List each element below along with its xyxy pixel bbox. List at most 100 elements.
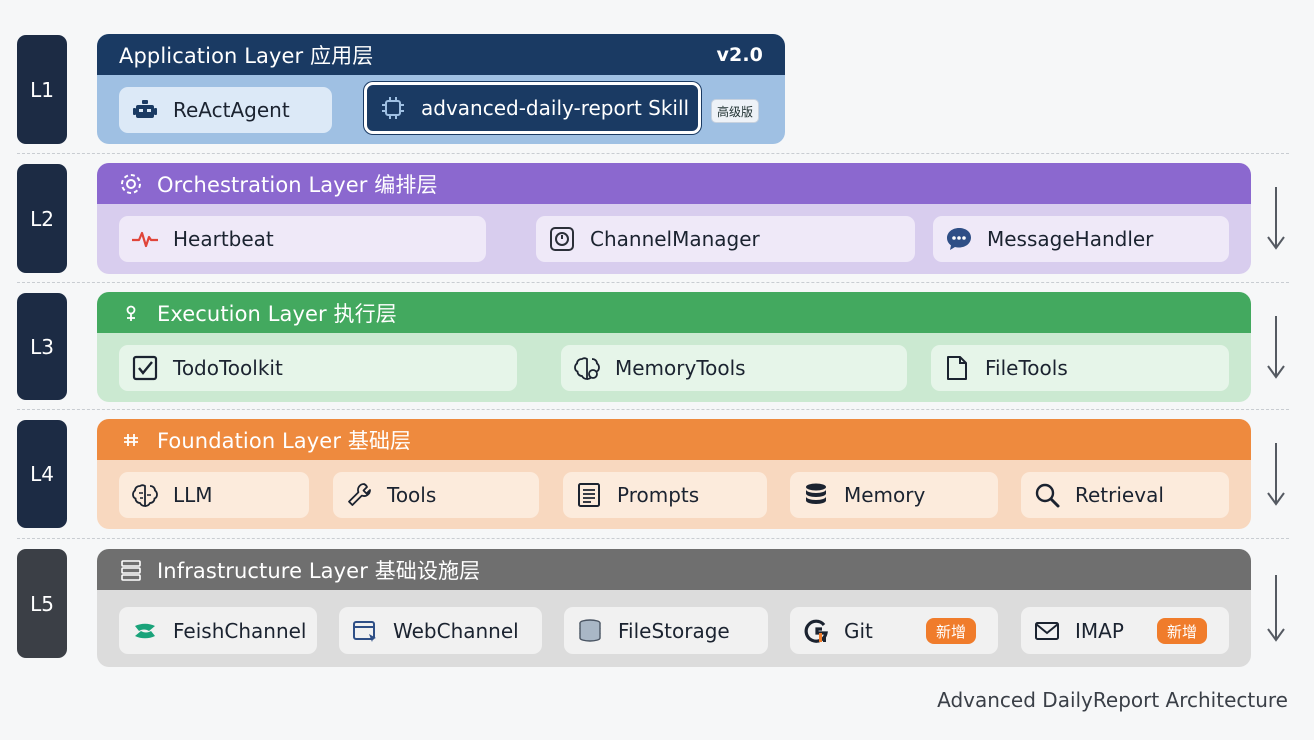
execution-layer-title: Execution Layer 执行层: [157, 301, 397, 326]
wrench-icon: [345, 481, 373, 509]
chat-bubble-icon: [945, 225, 973, 253]
component-channel-manager: ChannelManager: [536, 216, 915, 262]
orchestration-layer-body: Heartbeat ChannelManager MessageHandler: [97, 204, 1251, 274]
component-label: advanced-daily-report Skill: [421, 96, 690, 120]
foundation-layer-body: LLM Tools Prompts Memory Retrieval: [97, 460, 1251, 529]
magnifier-icon: [1033, 481, 1061, 509]
foundation-layer: Foundation Layer 基础层 LLM Tools Prompts M…: [97, 419, 1251, 529]
component-label: Retrieval: [1075, 483, 1164, 507]
component-label: MemoryTools: [615, 356, 746, 380]
application-layer-header: Application Layer 应用层 v2.0: [97, 34, 785, 75]
foundation-layer-title: Foundation Layer 基础层: [157, 428, 412, 453]
component-prompts: Prompts: [563, 472, 767, 518]
component-label: ReActAgent: [173, 98, 290, 122]
component-react-agent: ReActAgent: [119, 87, 332, 133]
component-label: LLM: [173, 483, 213, 507]
checkbox-icon: [131, 354, 159, 382]
layer-divider: [17, 282, 1289, 283]
orbit-icon: [119, 172, 143, 196]
storage-stack-icon: [576, 617, 604, 645]
dial-icon: [548, 225, 576, 253]
component-label: Tools: [387, 483, 437, 507]
advanced-edition-tag: 高级版: [711, 99, 760, 123]
component-todo-toolkit: TodoToolkit: [119, 345, 517, 391]
execution-layer-body: TodoToolkit MemoryTools FileTools: [97, 333, 1251, 402]
database-icon: [802, 481, 830, 509]
application-layer-body: ReActAgent advanced-daily-report Skill 高…: [97, 75, 785, 144]
server-rack-icon: [119, 558, 143, 582]
component-label: FileTools: [985, 356, 1068, 380]
layer-badge-label: L1: [30, 77, 54, 102]
component-web-channel: WebChannel: [339, 607, 542, 654]
browser-window-icon: [351, 617, 379, 645]
component-retrieval: Retrieval: [1021, 472, 1229, 518]
component-imap: IMAP 新增: [1021, 607, 1229, 654]
foundation-layer-header: Foundation Layer 基础层: [97, 419, 1251, 460]
new-badge: 新增: [925, 618, 976, 644]
diagram-caption: Advanced DailyReport Architecture: [937, 688, 1288, 712]
component-file-tools: FileTools: [931, 345, 1229, 391]
layer-badge-label: L4: [30, 462, 54, 486]
component-label: FileStorage: [618, 618, 730, 643]
component-llm: LLM: [119, 472, 309, 518]
execution-layer: Execution Layer 执行层 TodoToolkit MemoryTo…: [97, 292, 1251, 402]
feishu-logo-icon: [131, 617, 159, 645]
component-memory: Memory: [790, 472, 998, 518]
chip-icon: [379, 94, 407, 122]
sprout-icon: [119, 301, 143, 325]
document-icon: [575, 481, 603, 509]
component-label: TodoToolkit: [173, 356, 283, 380]
layer-badge-l2: L2: [17, 164, 67, 273]
component-label: Heartbeat: [173, 227, 274, 251]
component-label: ChannelManager: [590, 227, 760, 251]
layer-badge-l5: L5: [17, 549, 67, 658]
component-label: FeishChannel: [173, 618, 307, 643]
component-label: WebChannel: [393, 618, 519, 643]
file-icon: [943, 354, 971, 382]
layer-divider: [17, 409, 1289, 410]
layer-badge-label: L5: [30, 591, 54, 616]
layer-badge-label: L2: [30, 206, 54, 231]
layer-badge-label: L3: [30, 334, 54, 359]
brain-icon: [573, 354, 601, 382]
application-layer: Application Layer 应用层 v2.0 ReActAgent ad…: [97, 34, 785, 144]
component-label: IMAP: [1075, 618, 1124, 643]
component-feish-channel: FeishChannel: [119, 607, 317, 654]
component-tools: Tools: [333, 472, 539, 518]
infrastructure-layer-title: Infrastructure Layer 基础设施层: [157, 558, 481, 583]
execution-layer-header: Execution Layer 执行层: [97, 292, 1251, 333]
component-advanced-daily-report-skill: advanced-daily-report Skill: [364, 82, 701, 134]
robot-icon: [131, 96, 159, 124]
component-label: Git: [844, 618, 873, 643]
component-git: Git 新增: [790, 607, 998, 654]
flow-arrow-down-icon: [1267, 443, 1285, 506]
heartbeat-icon: [131, 225, 159, 253]
application-layer-title: Application Layer 应用层: [119, 43, 374, 68]
orchestration-layer: Orchestration Layer 编排层 Heartbeat Channe…: [97, 163, 1251, 274]
component-message-handler: MessageHandler: [933, 216, 1229, 262]
infrastructure-layer-body: FeishChannel WebChannel FileStorage Git …: [97, 590, 1251, 667]
layer-badge-l4: L4: [17, 420, 67, 528]
component-memory-tools: MemoryTools: [561, 345, 907, 391]
flow-arrow-down-icon: [1267, 316, 1285, 379]
component-label: MessageHandler: [987, 227, 1154, 251]
grid-mark-icon: [119, 428, 143, 452]
infrastructure-layer-header: Infrastructure Layer 基础设施层: [97, 549, 1251, 590]
new-badge: 新增: [1156, 618, 1207, 644]
orchestration-layer-title: Orchestration Layer 编排层: [157, 172, 438, 197]
git-logo-icon: [802, 617, 830, 645]
flow-arrow-down-icon: [1267, 575, 1285, 642]
version-label: v2.0: [716, 43, 763, 66]
layer-divider: [17, 538, 1289, 539]
layer-divider: [17, 153, 1289, 154]
brain-icon: [131, 481, 159, 509]
component-label: Memory: [844, 483, 926, 507]
infrastructure-layer: Infrastructure Layer 基础设施层 FeishChannel …: [97, 549, 1251, 667]
component-heartbeat: Heartbeat: [119, 216, 486, 262]
layer-badge-l3: L3: [17, 293, 67, 400]
flow-arrow-down-icon: [1267, 187, 1285, 250]
component-file-storage: FileStorage: [564, 607, 768, 654]
component-label: Prompts: [617, 483, 700, 507]
envelope-icon: [1033, 617, 1061, 645]
orchestration-layer-header: Orchestration Layer 编排层: [97, 163, 1251, 204]
